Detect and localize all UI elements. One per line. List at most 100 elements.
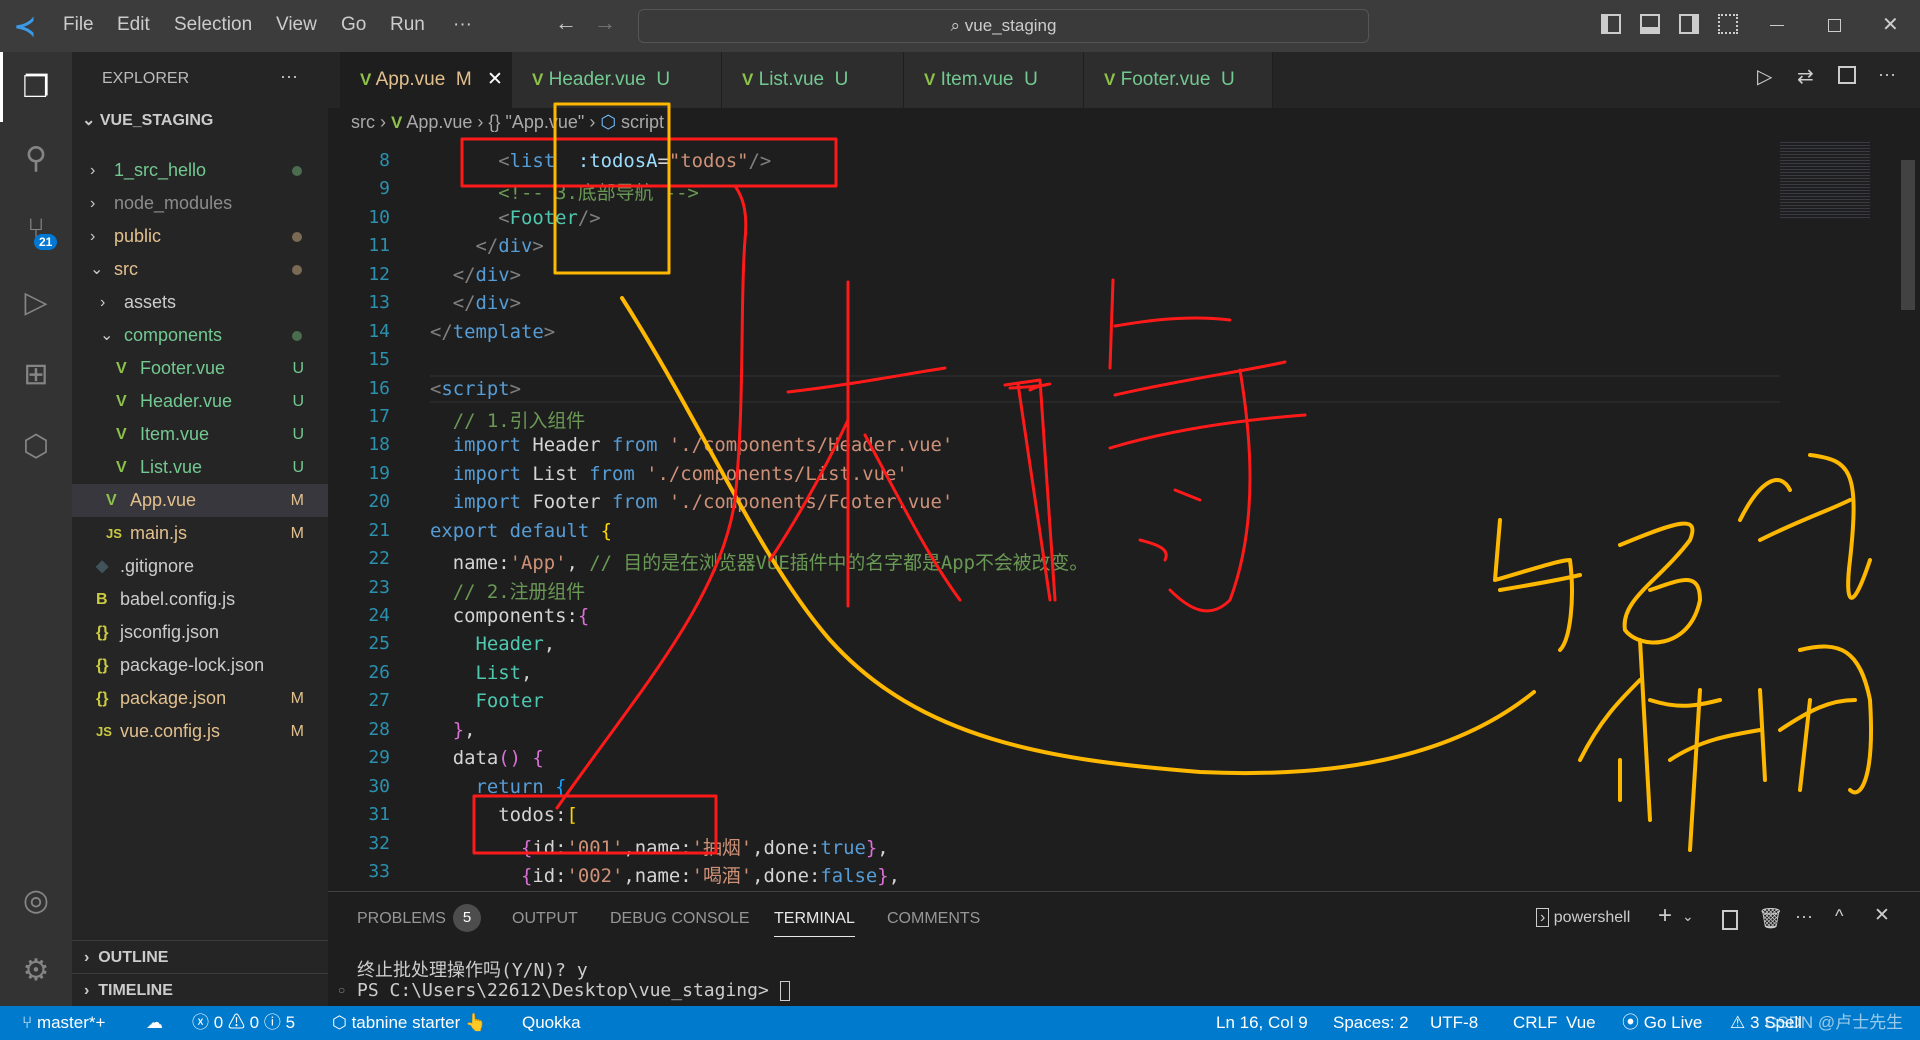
account-icon[interactable]: ◎ [0, 870, 72, 930]
tab-problems[interactable]: PROBLEMS [357, 910, 446, 928]
breadcrumb-src[interactable]: src [351, 112, 375, 132]
more-icon[interactable]: ··· [1795, 906, 1813, 927]
tree-item[interactable]: Bbabel.config.js [72, 583, 328, 616]
tree-item[interactable]: {} jsconfig.json [72, 616, 328, 649]
new-terminal-icon[interactable]: + [1658, 902, 1672, 930]
search-icon[interactable]: ⚲ [0, 128, 72, 188]
terminal-profile[interactable]: › powershell [1536, 908, 1630, 927]
workspace-root[interactable]: ⌄ VUE_STAGING [82, 110, 213, 130]
toggle-panel-icon[interactable] [1640, 14, 1660, 34]
chevron-down-icon[interactable]: ⌄ [1682, 908, 1694, 925]
code-line[interactable]: name:'App', // 目的是在浏览器VUE插件中的名字都是App不会被改… [430, 548, 1089, 575]
tab-header-vue[interactable]: V Header.vue U [512, 52, 722, 108]
tree-item[interactable]: › assets [72, 286, 328, 319]
tree-item[interactable]: ⌄ components [72, 319, 328, 352]
toggle-secondary-sidebar-icon[interactable] [1679, 14, 1699, 34]
close-panel-icon[interactable]: ✕ [1874, 904, 1890, 927]
settings-gear-icon[interactable]: ⚙ [0, 940, 72, 1000]
tree-item[interactable]: ◆ .gitignore [72, 550, 328, 583]
code-line[interactable]: <!-- 3.底部导航 --> [430, 178, 699, 205]
explorer-icon[interactable]: ❐ [0, 57, 72, 117]
minimize-icon[interactable] [1770, 25, 1784, 26]
close-tab-icon[interactable]: ✕ [487, 69, 503, 90]
menu-file[interactable]: File [63, 14, 94, 36]
tree-item[interactable]: › 1_src_hello [72, 154, 328, 187]
code-line[interactable]: </div> [430, 292, 521, 314]
source-control-icon[interactable]: ⑂ 21 [0, 200, 72, 260]
tree-item[interactable]: V Item.vue U [72, 418, 328, 451]
language-mode[interactable]: Vue [1566, 1006, 1596, 1040]
close-window-icon[interactable]: ✕ [1882, 12, 1899, 37]
code-line[interactable]: export default { [430, 520, 612, 542]
split-editor-icon[interactable] [1838, 66, 1856, 84]
tree-item[interactable]: ⌄ src [72, 253, 328, 286]
branch-status[interactable]: ⑂ master*+ [22, 1006, 105, 1040]
code-line[interactable]: List, [430, 662, 533, 684]
line-ending[interactable]: CRLF [1513, 1006, 1557, 1040]
tree-item[interactable]: › node_modules [72, 187, 328, 220]
tree-item[interactable]: {} package-lock.json [72, 649, 328, 682]
code-line[interactable]: </template> [430, 321, 555, 343]
code-line[interactable]: <Footer/> [430, 207, 600, 229]
command-center-search[interactable]: ⌕ vue_staging [638, 9, 1369, 43]
breadcrumb-script[interactable]: script [621, 112, 664, 132]
restore-icon[interactable] [1828, 19, 1841, 32]
code-line[interactable]: {id:'001',name:'抽烟',done:true}, [430, 833, 889, 860]
tree-item[interactable]: JS vue.config.js M [72, 715, 328, 748]
more-actions-icon[interactable]: ··· [1878, 64, 1896, 85]
menu-more[interactable]: ··· [453, 14, 472, 36]
go-live-button[interactable]: ⦿ Go Live [1622, 1006, 1702, 1040]
trash-icon[interactable]: 🗑 [1758, 906, 1783, 931]
terminal-prompt[interactable]: PS C:\Users\22612\Desktop\vue_staging> [357, 980, 790, 1001]
tree-item[interactable]: V List.vue U [72, 451, 328, 484]
explorer-more-button[interactable]: ··· [280, 66, 298, 87]
code-line[interactable]: // 1.引入组件 [430, 406, 585, 433]
tab-output[interactable]: OUTPUT [512, 910, 578, 928]
breadcrumb-object[interactable]: "App.vue" [505, 112, 584, 132]
breadcrumb-file[interactable]: App.vue [406, 112, 472, 132]
run-icon[interactable]: ▷ [1757, 64, 1772, 89]
back-arrow-icon[interactable]: ← [555, 10, 577, 36]
code-line[interactable]: Footer [430, 690, 544, 712]
code-editor[interactable]: 8 <list :todosA="todos"/> 9 <!-- 3.底部导航 -… [328, 136, 1920, 891]
code-line[interactable]: return { [430, 776, 567, 798]
code-line[interactable]: import List from './components/List.vue' [430, 463, 908, 485]
compare-changes-icon[interactable]: ⇄ [1797, 64, 1814, 89]
code-line[interactable]: <script> [430, 378, 521, 400]
quokka-status[interactable]: Quokka [522, 1006, 581, 1040]
code-line[interactable]: </div> [430, 235, 544, 257]
tabnine-status[interactable]: ⬡ tabnine starter 👆 [332, 1006, 486, 1040]
problems-status[interactable]: ⓧ 0 ⚠ 0 ⓘ 5 [192, 1006, 295, 1040]
code-line[interactable]: data() { [430, 747, 544, 769]
tree-item[interactable]: V Header.vue U [72, 385, 328, 418]
maximize-panel-icon[interactable]: ^ [1835, 906, 1843, 927]
encoding[interactable]: UTF-8 [1430, 1006, 1478, 1040]
code-line[interactable]: import Header from './components/Header.… [430, 434, 953, 456]
minimap[interactable] [1780, 140, 1870, 220]
tab-app-vue[interactable]: V App.vue M ✕ [340, 52, 512, 108]
menu-go[interactable]: Go [341, 14, 366, 36]
remote-explorer-icon[interactable]: ⬡ [0, 416, 72, 476]
code-line[interactable]: }, [430, 719, 476, 741]
tree-item[interactable]: JS main.js M [72, 517, 328, 550]
code-line[interactable]: <list :todosA="todos"/> [430, 150, 771, 172]
indentation[interactable]: Spaces: 2 [1333, 1006, 1409, 1040]
customize-layout-icon[interactable] [1718, 14, 1738, 34]
code-line[interactable]: {id:'002',name:'喝酒',done:false}, [430, 861, 900, 888]
menu-run[interactable]: Run [390, 14, 425, 36]
timeline-section[interactable]: › TIMELINE [72, 973, 328, 1006]
split-terminal-icon[interactable] [1722, 910, 1738, 930]
extensions-icon[interactable]: ⊞ [0, 344, 72, 404]
tree-item[interactable]: › public [72, 220, 328, 253]
menu-selection[interactable]: Selection [174, 14, 252, 36]
menu-edit[interactable]: Edit [117, 14, 150, 36]
tab-footer-vue[interactable]: V Footer.vue U [1084, 52, 1273, 108]
tab-item-vue[interactable]: V Item.vue U [904, 52, 1084, 108]
code-line[interactable]: todos:[ [430, 804, 578, 826]
tab-comments[interactable]: COMMENTS [887, 910, 980, 928]
outline-section[interactable]: › OUTLINE [72, 940, 328, 973]
sync-cloud-icon[interactable]: ☁ [146, 1006, 163, 1040]
code-line[interactable]: // 2.注册组件 [430, 577, 585, 604]
run-debug-icon[interactable]: ▷ [0, 272, 72, 332]
menu-view[interactable]: View [276, 14, 317, 36]
